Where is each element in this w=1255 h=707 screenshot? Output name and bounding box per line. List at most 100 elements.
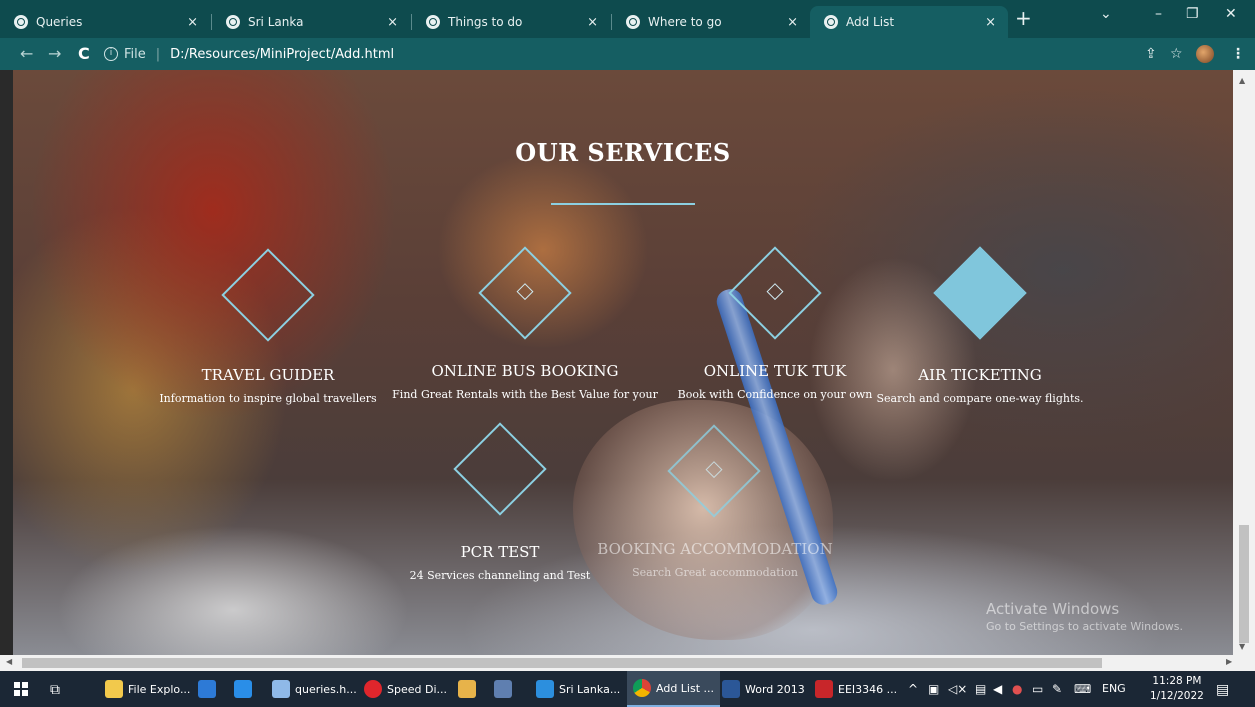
address-bar[interactable]: i File | D:/Resources/MiniProject/Add.ht…	[104, 43, 1124, 65]
task-view-icon[interactable]: ⧉	[50, 682, 60, 698]
notifications-icon[interactable]: ▤	[1216, 682, 1229, 698]
tab-label: Sri Lanka	[248, 15, 304, 29]
scroll-up-icon[interactable]: ▲	[1239, 76, 1245, 85]
tab-things-to-do[interactable]: Things to do ×	[412, 6, 610, 38]
share-icon[interactable]: ⇪	[1145, 46, 1157, 62]
taskbar-word[interactable]: Word 2013	[722, 671, 805, 707]
taskbar-notepad[interactable]: queries.h...	[272, 671, 357, 707]
page-left-gutter	[0, 70, 13, 655]
network-icon[interactable]: ▤	[975, 682, 986, 696]
service-name: AIR TICKETING	[918, 366, 1042, 384]
service-description: Information to inspire global travellers	[159, 392, 377, 405]
diamond-inner-icon	[766, 283, 784, 301]
taskbar-clock[interactable]: 11:28 PM 1/12/2022	[1150, 674, 1204, 704]
profile-avatar[interactable]	[1196, 45, 1214, 63]
tab-close-icon[interactable]: ×	[787, 15, 798, 30]
vscode-icon	[536, 680, 554, 698]
windows-taskbar: ⧉ File Explo... queries.h... Speed Di...…	[0, 671, 1255, 707]
mail-icon	[234, 680, 252, 698]
activate-windows-watermark: Activate Windows Go to Settings to activ…	[986, 600, 1183, 633]
restore-icon[interactable]: ❐	[1186, 6, 1199, 22]
horizontal-scrollbar[interactable]: ◀ ▶	[0, 655, 1255, 671]
language-indicator[interactable]: ENG	[1102, 682, 1126, 695]
tab-label: Add List	[846, 15, 895, 29]
taskbar-vscode[interactable]: Sri Lanka...	[536, 671, 620, 707]
app-icon	[494, 680, 512, 698]
taskbar-label: queries.h...	[295, 682, 357, 696]
taskbar-paint[interactable]	[458, 671, 481, 707]
service-description: Book with Confidence on your own	[677, 388, 873, 401]
windows-start-icon[interactable]	[14, 682, 28, 696]
close-window-icon[interactable]: ✕	[1225, 6, 1237, 22]
taskbar-app[interactable]	[494, 671, 517, 707]
diamond-filled-icon	[933, 246, 1027, 340]
service-booking-accommodation[interactable]: BOOKING ACCOMMODATION Search Great accom…	[595, 540, 835, 579]
taskbar-store[interactable]	[198, 671, 221, 707]
tray-device-icon[interactable]: ▣	[928, 682, 939, 696]
service-description: Search and compare one-way flights.	[876, 392, 1084, 405]
tab-close-icon[interactable]: ×	[187, 15, 198, 30]
store-icon	[198, 680, 216, 698]
horizontal-scroll-thumb[interactable]	[22, 658, 1102, 668]
tray-chevron-icon[interactable]: ^	[908, 682, 918, 696]
reload-icon[interactable]: C	[78, 44, 90, 63]
diamond-outline-icon	[453, 422, 547, 516]
url-text[interactable]: D:/Resources/MiniProject/Add.html	[170, 47, 394, 62]
taskbar-label: Add List ...	[656, 681, 715, 695]
clock-time: 11:28 PM	[1152, 675, 1202, 687]
speaker-icon[interactable]: ◀	[993, 682, 1002, 696]
keyboard-icon[interactable]: ⌨	[1074, 682, 1091, 696]
vertical-scroll-thumb[interactable]	[1239, 525, 1249, 643]
new-tab-button[interactable]: +	[1015, 6, 1032, 30]
service-pcr-test[interactable]: PCR TEST 24 Services channeling and Test	[405, 543, 595, 582]
taskbar-chrome[interactable]: Add List ...	[627, 671, 721, 707]
minimize-icon[interactable]: –	[1155, 6, 1162, 22]
bookmark-star-icon[interactable]: ☆	[1170, 46, 1183, 62]
info-icon[interactable]: i	[104, 47, 118, 61]
taskbar-opera[interactable]: Speed Di...	[364, 671, 447, 707]
title-underline	[551, 203, 695, 205]
tab-label: Where to go	[648, 15, 722, 29]
volume-muted-icon[interactable]: ◁×	[948, 682, 967, 696]
vertical-scrollbar[interactable]: ▲ ▼	[1233, 70, 1255, 655]
taskbar-pdf[interactable]: EEI3346 ...	[815, 671, 897, 707]
service-name: TRAVEL GUIDER	[201, 366, 335, 384]
tab-add-list[interactable]: Add List ×	[810, 6, 1008, 38]
menu-kebab-icon[interactable]: ⋮	[1231, 46, 1245, 62]
taskbar-label: Speed Di...	[387, 682, 447, 696]
scroll-right-icon[interactable]: ▶	[1226, 657, 1232, 666]
word-icon	[722, 680, 740, 698]
service-air-ticketing[interactable]: AIR TICKETING Search and compare one-way…	[875, 366, 1085, 405]
tab-where-to-go[interactable]: Where to go ×	[612, 6, 810, 38]
service-description: Find Great Rentals with the Best Value f…	[392, 388, 658, 401]
section-title: OUR SERVICES	[515, 138, 731, 167]
tab-queries[interactable]: Queries ×	[0, 6, 210, 38]
display-icon[interactable]: ▭	[1032, 682, 1043, 696]
taskbar-file-explorer[interactable]: File Explo...	[105, 671, 190, 707]
scroll-down-icon[interactable]: ▼	[1239, 642, 1245, 651]
forward-icon[interactable]: →	[48, 44, 61, 63]
pen-icon[interactable]: ✎	[1052, 682, 1062, 696]
service-travel-guider[interactable]: TRAVEL GUIDER Information to inspire glo…	[158, 366, 378, 405]
service-online-tuk-tuk[interactable]: ONLINE TUK TUK Book with Confidence on y…	[675, 362, 875, 401]
back-icon[interactable]: ←	[20, 44, 33, 63]
diamond-outline-icon	[478, 246, 572, 340]
tab-close-icon[interactable]: ×	[587, 15, 598, 30]
watermark-subtitle: Go to Settings to activate Windows.	[986, 620, 1184, 633]
tab-search-icon[interactable]: ⌄	[1100, 6, 1112, 22]
scroll-left-icon[interactable]: ◀	[6, 657, 12, 666]
tab-close-icon[interactable]: ×	[387, 15, 398, 30]
tab-label: Things to do	[448, 15, 523, 29]
tab-strip: Queries × Sri Lanka × Things to do × Whe…	[0, 0, 1255, 38]
pdf-icon	[815, 680, 833, 698]
service-online-bus-booking[interactable]: ONLINE BUS BOOKING Find Great Rentals wi…	[375, 362, 675, 401]
service-name: PCR TEST	[460, 543, 540, 561]
browser-toolbar: ← → C i File | D:/Resources/MiniProject/…	[0, 38, 1255, 70]
security-alert-icon[interactable]: ●	[1012, 682, 1022, 696]
tab-close-icon[interactable]: ×	[985, 15, 996, 30]
tab-sri-lanka[interactable]: Sri Lanka ×	[212, 6, 410, 38]
diamond-inner-icon	[705, 461, 723, 479]
opera-icon	[364, 680, 382, 698]
taskbar-mail[interactable]	[234, 671, 257, 707]
chrome-icon	[633, 679, 651, 697]
